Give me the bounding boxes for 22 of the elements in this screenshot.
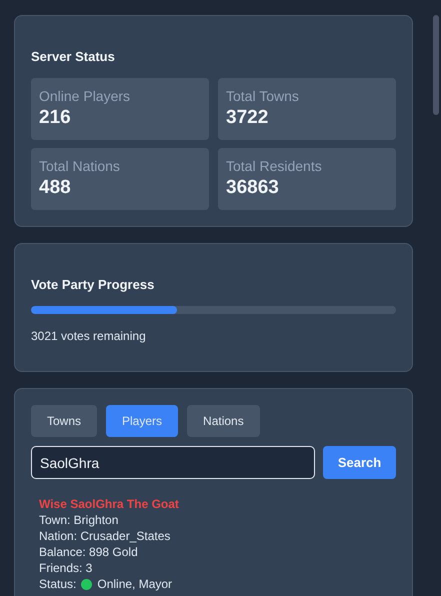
player-detail: Nation: Crusader_States [39, 528, 172, 544]
player-detail: Friends: 3 [39, 560, 94, 576]
stat-value: 36863 [226, 177, 280, 199]
stat-value: 3722 [226, 107, 270, 129]
card-title: Vote Party Progress [31, 277, 156, 292]
stat-label: Total Residents [226, 158, 323, 174]
search-button[interactable]: Search [323, 446, 396, 479]
stat-label: Total Nations [39, 158, 121, 174]
player-detail: Town: Brighton [39, 512, 120, 528]
status-label: Status: [39, 576, 76, 592]
search-field[interactable]: SaolGhra [31, 446, 315, 479]
tab[interactable]: Nations [187, 405, 260, 437]
stat-value: 488 [39, 177, 72, 199]
stat-label: Total Towns [226, 88, 300, 104]
status-text: Online, Mayor [97, 576, 172, 592]
card-title: Server Status [31, 49, 116, 64]
stat-value: 216 [39, 107, 72, 129]
player-name: Wise SaolGhra The Goat [39, 496, 180, 512]
stat-label: Online Players [39, 88, 132, 104]
tab[interactable]: Towns [31, 405, 98, 437]
player-detail: Balance: 898 Gold [39, 544, 139, 560]
votes-remaining: 3021 votes remaining [31, 329, 147, 343]
